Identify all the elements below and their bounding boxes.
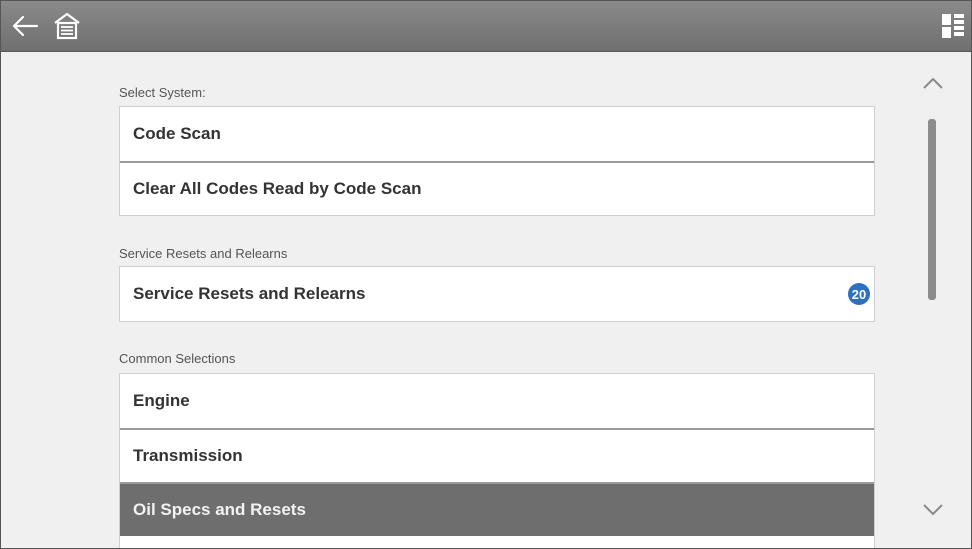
home-button[interactable]: [47, 1, 87, 51]
home-icon: [54, 12, 80, 40]
scroll-down-button[interactable]: [913, 495, 953, 525]
list-item-engine[interactable]: Engine: [120, 374, 874, 428]
list-item-clear-all-codes[interactable]: Clear All Codes Read by Code Scan: [120, 161, 874, 215]
list-item-label: Engine: [133, 391, 190, 410]
back-button[interactable]: [7, 1, 43, 51]
grid-menu-icon: [942, 14, 964, 38]
common-selections-card: Engine Transmission Oil Specs and Resets: [119, 373, 875, 548]
scroll-up-button[interactable]: [913, 68, 953, 98]
back-arrow-icon: [12, 15, 39, 37]
service-resets-card: Service Resets and Relearns 20: [119, 266, 875, 322]
list-item-label: Code Scan: [133, 124, 221, 143]
section-label-common-selections: Common Selections: [119, 351, 236, 366]
list-item-label: Clear All Codes Read by Code Scan: [133, 179, 422, 198]
scrollbar-thumb[interactable]: [928, 119, 936, 300]
chevron-up-icon: [923, 77, 943, 89]
count-badge: 20: [848, 283, 870, 305]
list-item-oil-specs[interactable]: Oil Specs and Resets: [120, 482, 874, 536]
menu-button[interactable]: [935, 1, 971, 51]
list-item-label: Oil Specs and Resets: [133, 500, 306, 519]
list-item-service-resets[interactable]: Service Resets and Relearns 20: [120, 267, 874, 321]
section-label-service-resets: Service Resets and Relearns: [119, 246, 288, 261]
list-item-label: Service Resets and Relearns: [133, 284, 366, 303]
system-list: Select System: Code Scan Clear All Codes…: [1, 52, 971, 548]
section-label-select-system: Select System:: [119, 85, 206, 100]
select-system-card: Code Scan Clear All Codes Read by Code S…: [119, 106, 875, 216]
list-item-code-scan[interactable]: Code Scan: [120, 107, 874, 161]
top-toolbar: [1, 1, 971, 52]
list-item-label: Transmission: [133, 446, 243, 465]
chevron-down-icon: [923, 504, 943, 516]
list-item-transmission[interactable]: Transmission: [120, 428, 874, 482]
app-window: Select System: Code Scan Clear All Codes…: [0, 0, 972, 549]
